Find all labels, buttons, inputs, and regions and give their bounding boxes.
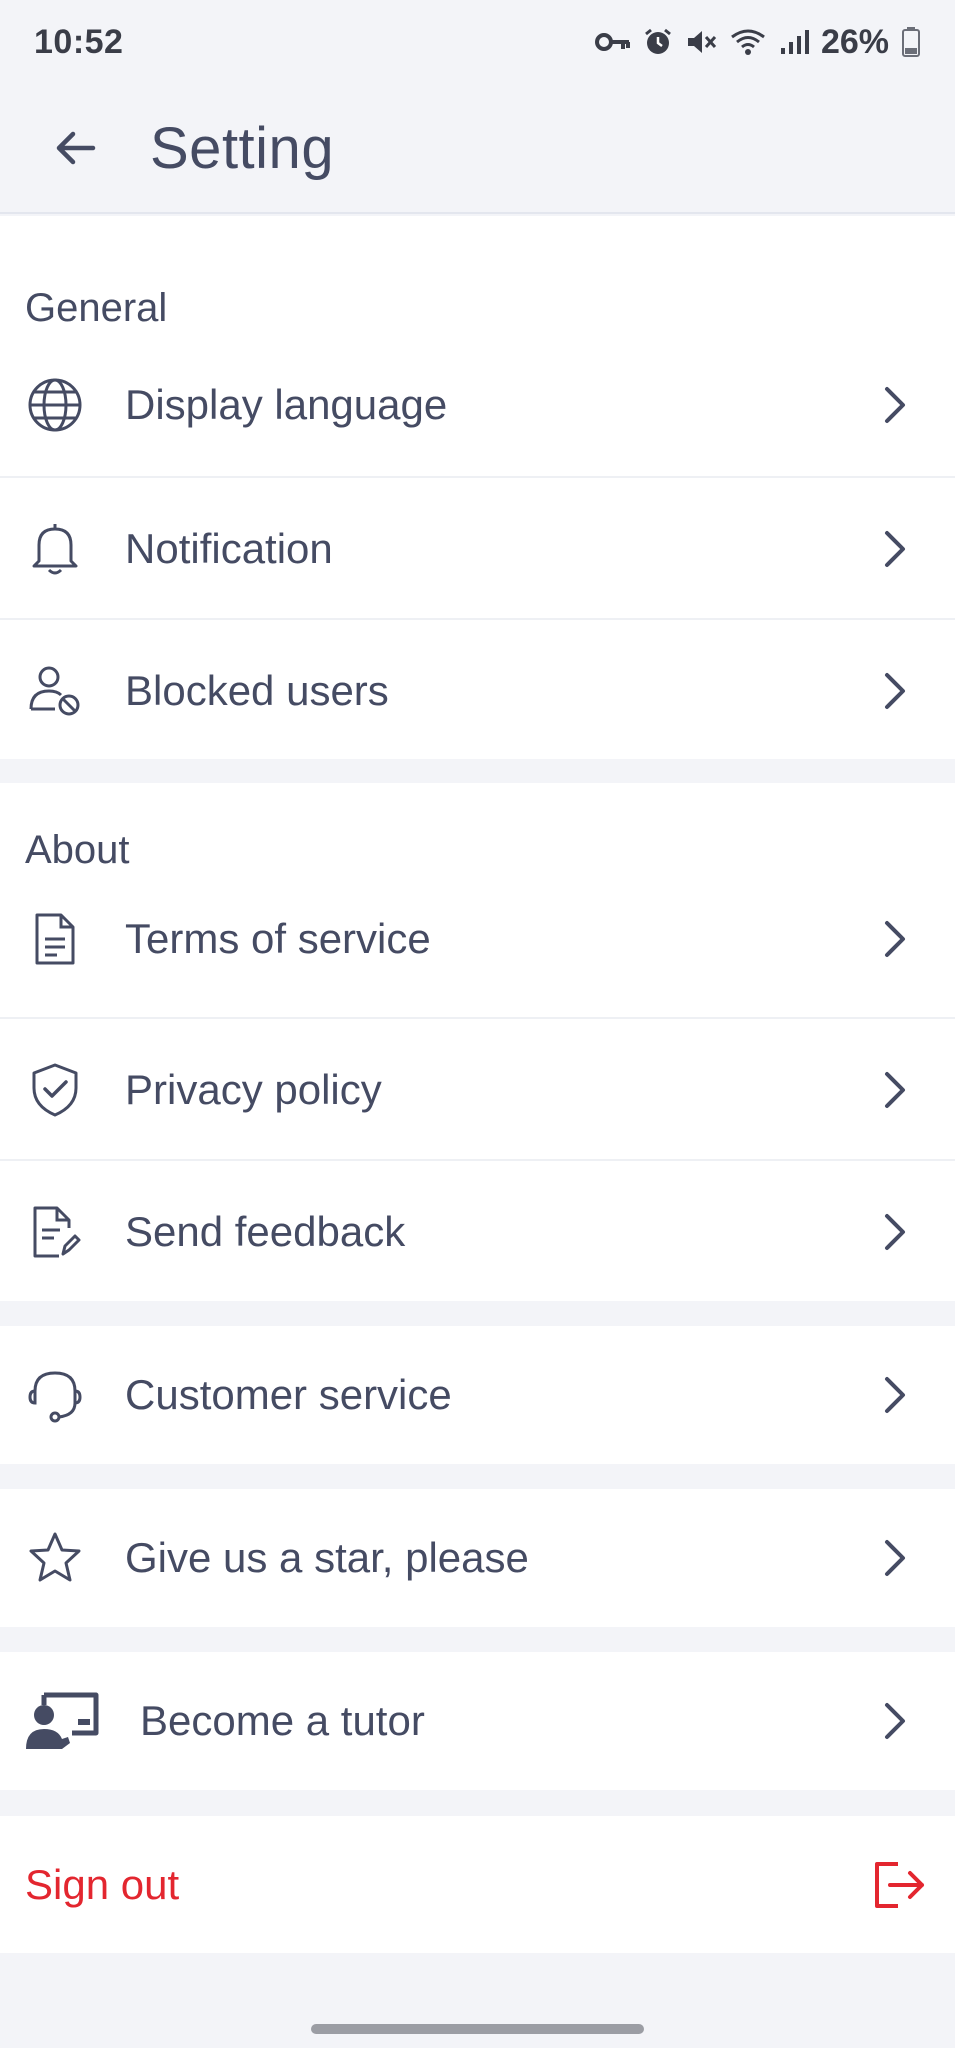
- divider: [0, 618, 955, 620]
- chevron-right-icon: [875, 380, 915, 430]
- section-title-about: About: [25, 828, 130, 872]
- settings-item-label: Notification: [125, 525, 333, 572]
- settings-item-privacy-policy[interactable]: Privacy policy: [0, 1020, 955, 1160]
- battery-percentage: 26%: [820, 22, 889, 61]
- star-icon: [25, 1528, 85, 1588]
- chevron-right-icon: [875, 524, 915, 574]
- tutor-section: Become a tutor: [0, 1652, 955, 1790]
- battery-icon: [902, 27, 920, 57]
- chevron-right-icon: [875, 914, 915, 964]
- settings-item-label: Send feedback: [125, 1208, 406, 1255]
- logout-icon: [871, 1860, 927, 1910]
- settings-item-notification[interactable]: Notification: [0, 479, 955, 619]
- sign-out-label: Sign out: [25, 1860, 180, 1908]
- document-edit-icon: [25, 1202, 85, 1262]
- globe-icon: [25, 375, 85, 435]
- customer-service-section: Customer service: [0, 1326, 955, 1464]
- back-button[interactable]: [0, 83, 150, 213]
- arrow-left-icon: [56, 131, 96, 165]
- teacher-board-icon: [24, 1691, 100, 1751]
- vpn-key-icon: [594, 33, 630, 51]
- wifi-icon: [731, 29, 765, 55]
- status-time: 10:52: [34, 22, 124, 61]
- divider: [0, 1159, 955, 1161]
- settings-item-customer-service[interactable]: Customer service: [0, 1326, 955, 1464]
- about-section: About Terms of service Privacy policy Se…: [0, 783, 955, 1301]
- general-section: General Display language Notification Bl…: [0, 216, 955, 759]
- chevron-right-icon: [875, 666, 915, 716]
- settings-item-blocked-users[interactable]: Blocked users: [0, 621, 955, 761]
- home-indicator[interactable]: [311, 2024, 644, 2034]
- section-title-general: General: [25, 286, 168, 330]
- settings-item-give-star[interactable]: Give us a star, please: [0, 1489, 955, 1627]
- chevron-right-icon: [875, 1533, 915, 1583]
- sign-out-button[interactable]: Sign out: [0, 1816, 955, 1953]
- status-bar: 10:52 26%: [0, 0, 955, 84]
- settings-item-terms-of-service[interactable]: Terms of service: [0, 875, 955, 1003]
- divider: [0, 1017, 955, 1019]
- chevron-right-icon: [875, 1207, 915, 1257]
- settings-item-label: Privacy policy: [125, 1066, 382, 1113]
- document-icon: [25, 909, 85, 969]
- app-bar: Setting: [0, 84, 955, 214]
- settings-item-label: Give us a star, please: [125, 1534, 529, 1581]
- settings-item-display-language[interactable]: Display language: [0, 340, 955, 470]
- headset-icon: [25, 1365, 85, 1425]
- chevron-right-icon: [875, 1696, 915, 1746]
- settings-item-become-tutor[interactable]: Become a tutor: [0, 1652, 955, 1790]
- settings-item-send-feedback[interactable]: Send feedback: [0, 1162, 955, 1302]
- user-blocked-icon: [25, 661, 85, 721]
- chevron-right-icon: [875, 1065, 915, 1115]
- settings-item-label: Customer service: [125, 1371, 452, 1418]
- settings-item-label: Become a tutor: [140, 1697, 425, 1744]
- settings-item-label: Blocked users: [125, 667, 389, 714]
- alarm-icon: [645, 28, 671, 54]
- page-title: Setting: [150, 115, 335, 181]
- status-icons: 26%: [594, 22, 921, 62]
- chevron-right-icon: [875, 1370, 915, 1420]
- bell-icon: [25, 519, 85, 579]
- divider: [0, 476, 955, 478]
- shield-check-icon: [25, 1060, 85, 1120]
- settings-item-label: Display language: [125, 381, 448, 428]
- mute-icon: [687, 31, 717, 53]
- signal-icon: [780, 30, 809, 54]
- settings-item-label: Terms of service: [125, 915, 431, 962]
- rate-section: Give us a star, please: [0, 1489, 955, 1627]
- sign-out-section: Sign out: [0, 1816, 955, 1953]
